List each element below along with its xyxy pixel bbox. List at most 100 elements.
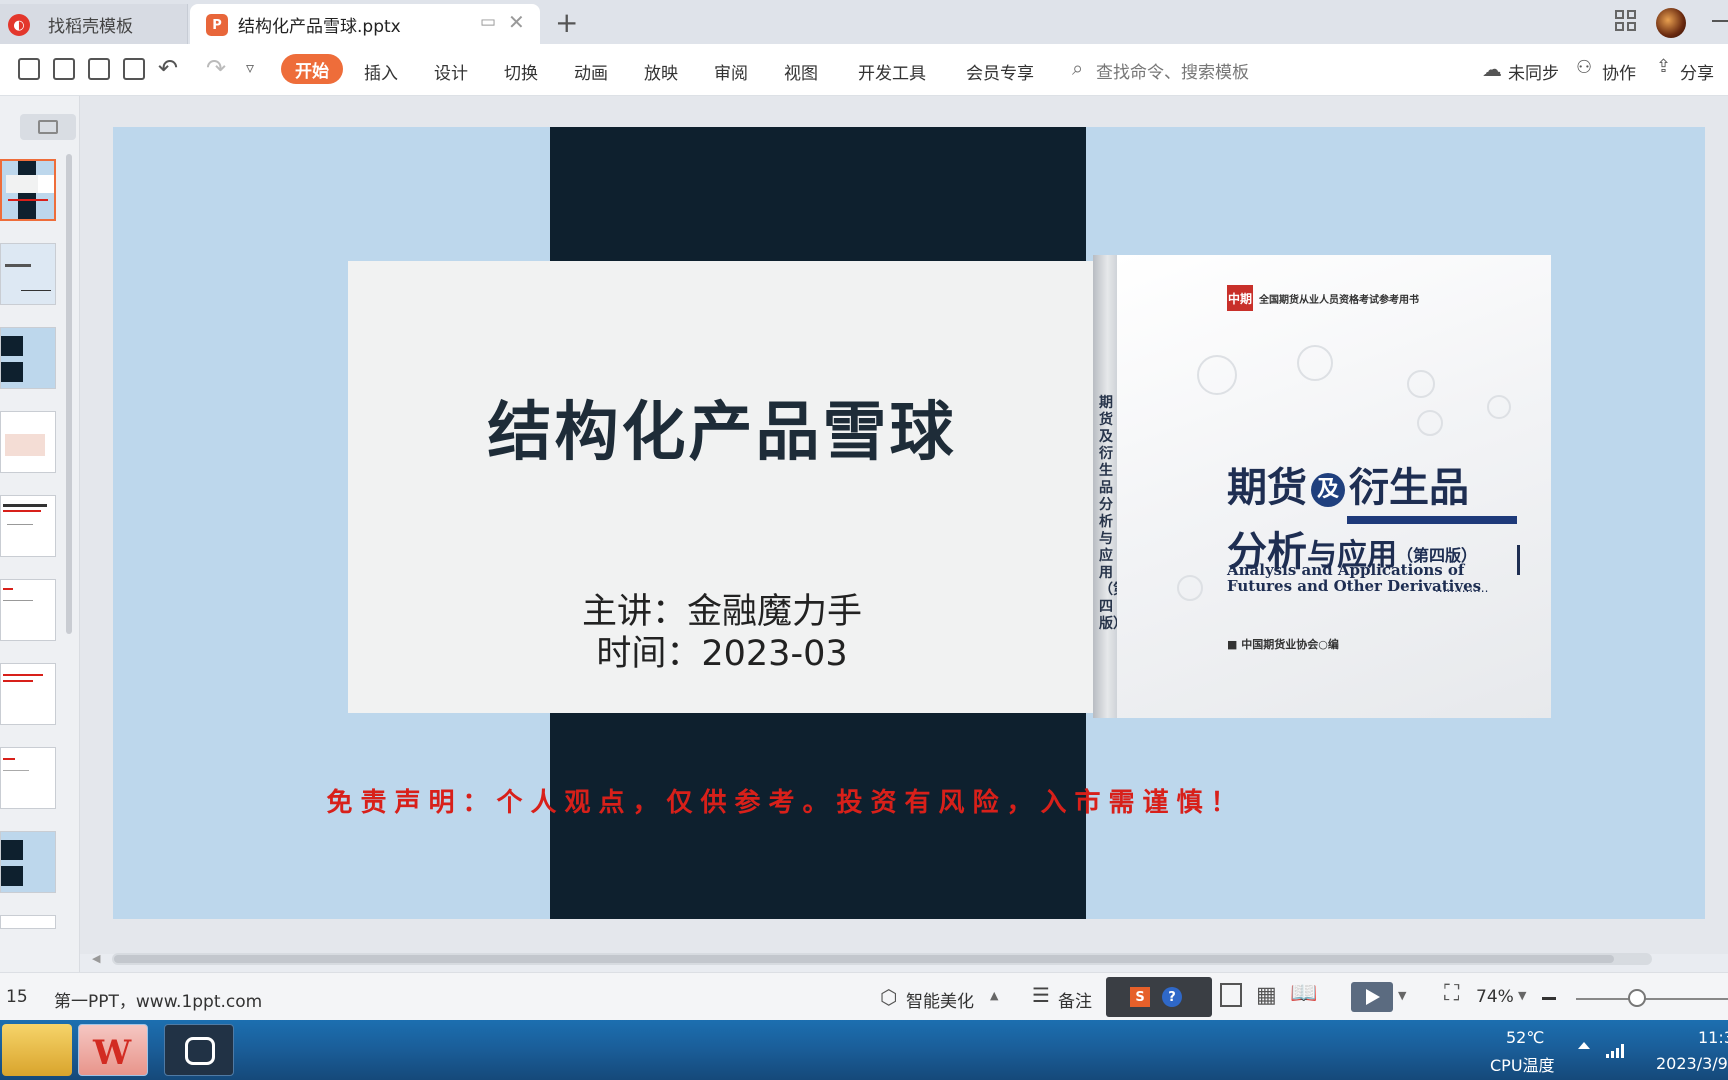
zoom-out-icon[interactable] [1542,997,1556,1000]
show-hidden-icons-arrow[interactable] [1578,1042,1590,1049]
menu-developer[interactable]: 开发工具 [858,59,926,84]
book-cover-image[interactable]: 期货及衍生品分析与应用（第四版） 中期 全国期货从业人员资格考试参考用书 期货及… [1093,255,1551,718]
clock-date[interactable]: 2023/3/9 [1656,1054,1728,1073]
undo-icon[interactable]: ↶ [158,54,178,82]
slide-thumbnail-10[interactable] [0,915,56,929]
normal-view-icon[interactable] [1220,983,1242,1007]
cpu-temp-label: CPU温度 [1490,1056,1555,1075]
slide-count: 15 [6,987,28,1007]
coin-deco-icon [1297,345,1333,381]
slide-thumbnail-7[interactable] [0,663,56,725]
menu-slideshow[interactable]: 放映 [644,59,678,84]
status-bar: 15 第一PPT，www.1ppt.com ⬡ 智能美化 ▲ ☰ 备注 S ? … [0,972,1728,1020]
robot-icon [185,1037,215,1065]
slides-icon [38,120,58,134]
zoom-level[interactable]: 74% [1476,987,1514,1007]
redo-icon[interactable]: ↷ [206,54,226,82]
print-preview-icon[interactable] [123,58,145,80]
wps-taskbar-icon[interactable]: W [78,1024,148,1076]
monitor-icon[interactable]: ▭ [480,12,496,32]
date-text[interactable]: 时间：2023-03 [348,625,1096,676]
slide-thumbnail-8[interactable] [0,747,56,809]
scroll-left-icon[interactable]: ◀ [92,952,100,965]
slide-view-toggle[interactable] [20,114,76,140]
slide-thumbnail-panel [0,96,80,972]
zoom-slider-track[interactable] [1576,998,1728,1000]
menu-insert[interactable]: 插入 [364,59,398,84]
sogou-ime-icon[interactable]: S [1130,987,1150,1007]
caret-up-icon[interactable]: ▲ [990,989,998,1002]
menu-review[interactable]: 审阅 [714,59,748,84]
notes-button[interactable]: 备注 [1058,987,1092,1012]
panel-scrollbar[interactable] [66,154,72,634]
command-search-input[interactable]: 查找命令、搜索模板 [1096,58,1249,83]
book-title-ji: 及 [1311,473,1345,507]
template-info: 第一PPT，www.1ppt.com [54,992,263,1012]
share-button[interactable]: 分享 [1680,59,1714,84]
new-tab-plus-icon[interactable]: + [555,6,578,39]
windows-taskbar: W 52℃ CPU温度 11:3 2023/3/9 [0,1020,1728,1080]
docer-logo-icon: ◐ [8,14,30,36]
collaborate-button[interactable]: 协作 [1602,59,1636,84]
disclaimer-text[interactable]: 免责声明：个人观点，仅供参考。投资有风险，入市需谨慎！ [113,782,1458,819]
ime-toolbar[interactable]: S ? [1106,977,1212,1017]
slide-1[interactable]: 结构化产品雪球 主讲：金融魔力手 时间：2023-03 期货及衍生品分析与应用（… [113,127,1705,919]
menu-transition[interactable]: 切换 [504,59,538,84]
tab-pptx-file[interactable]: P 结构化产品雪球.pptx ▭ ✕ [190,4,540,44]
horizontal-scrollbar[interactable] [112,953,1652,965]
cloud-sync-icon: ☁ [1482,57,1502,81]
reading-view-icon[interactable]: 📖 [1290,981,1317,1006]
zoom-slider-knob[interactable] [1627,989,1646,1007]
menu-view[interactable]: 视图 [784,59,818,84]
wps-logo-icon: W [93,1033,132,1073]
smart-beautify-button[interactable]: 智能美化 [906,987,974,1012]
sorter-view-icon[interactable]: ▦ [1256,983,1277,1008]
play-dropdown-icon[interactable]: ▼ [1398,989,1406,1002]
slide-thumbnail-3[interactable] [0,327,56,389]
scrollbar-thumb[interactable] [114,955,1614,963]
zoom-dropdown-icon[interactable]: ▼ [1518,989,1526,1002]
close-tab-icon[interactable]: ✕ [508,10,525,34]
file-explorer-taskbar-icon[interactable] [2,1024,72,1076]
print-icon[interactable] [88,58,110,80]
publisher-logo: 中期 [1227,285,1253,311]
slide-thumbnail-5[interactable] [0,495,56,557]
help-icon[interactable]: ? [1162,987,1182,1007]
tab-label: 结构化产品雪球.pptx [238,16,401,37]
chart-deco-icon [1197,355,1237,395]
book-title-part: 衍生品 [1349,465,1469,511]
slide-thumbnail-6[interactable] [0,579,56,641]
fit-window-icon[interactable]: ⛶ [1444,981,1459,1006]
menu-design[interactable]: 设计 [434,59,468,84]
menu-animation[interactable]: 动画 [574,59,608,84]
book-series: 全国期货从业人员资格考试参考用书 [1259,295,1419,306]
minimize-icon[interactable] [1712,20,1728,22]
slide-title[interactable]: 结构化产品雪球 [348,381,1096,473]
sync-status[interactable]: 未同步 [1508,59,1559,84]
slide-thumbnail-4[interactable] [0,411,56,473]
network-signal-icon[interactable] [1606,1044,1626,1058]
user-avatar[interactable] [1656,8,1686,38]
slide-thumbnail-9[interactable] [0,831,56,893]
book-title-line1: 期货及衍生品 [1227,455,1469,513]
more-dropdown-icon[interactable]: ▿ [246,58,254,77]
play-icon [1366,989,1380,1005]
apps-grid-icon[interactable] [1615,10,1637,32]
book-front-cover: 中期 全国期货从业人员资格考试参考用书 期货及衍生品 分析与应用（第四版） An… [1117,255,1551,718]
menu-member[interactable]: 会员专享 [966,59,1034,84]
tab-bar: ◐ 找稻壳模板 P 结构化产品雪球.pptx ▭ ✕ + [0,0,1728,44]
cpu-temp-value: 52℃ [1506,1028,1545,1047]
clock-time[interactable]: 11:3 [1698,1028,1728,1047]
accent-vertical-bar [1517,545,1520,575]
play-slideshow-button[interactable] [1351,982,1393,1012]
tab-docer-templates[interactable]: ◐ 找稻壳模板 [0,4,188,44]
search-icon[interactable]: ⌕ [1072,56,1083,80]
export-icon[interactable] [53,58,75,80]
slide-thumbnail-2[interactable] [0,243,56,305]
slide-thumbnail-1[interactable] [0,159,56,221]
menu-start[interactable]: 开始 [281,54,343,84]
robot-app-taskbar-icon[interactable] [164,1024,234,1076]
spine-text: 期货及衍生品分析与应用（第四版） [1099,395,1127,632]
save-icon[interactable] [18,58,40,80]
yen-deco-icon [1417,410,1443,436]
